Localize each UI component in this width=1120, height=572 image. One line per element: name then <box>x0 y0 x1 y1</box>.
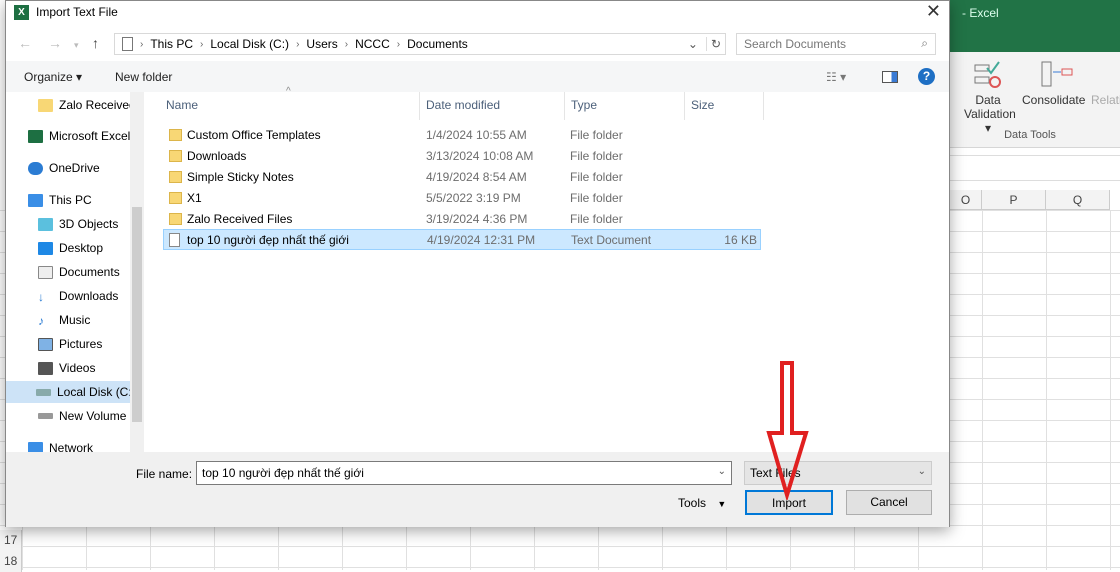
sidebar-item-zalo[interactable]: Zalo Received Files <box>38 94 140 116</box>
file-row-selected[interactable]: top 10 người đẹp nhất thế giới 4/19/2024 … <box>163 229 761 250</box>
excel-ribbon: Data Validation ▾ Consolidate Relati Data… <box>950 52 1120 148</box>
breadcrumb-item[interactable]: NCCC <box>355 37 390 51</box>
sort-ascending-icon: ^ <box>286 86 291 97</box>
chevron-down-icon[interactable]: ⌄ <box>718 466 726 477</box>
breadcrumb-item[interactable]: Documents <box>407 37 468 51</box>
navigation-pane: Zalo Received Files Microsoft Excel OneD… <box>6 92 144 452</box>
address-bar[interactable]: › This PC › Local Disk (C:) › Users › NCCC ›… <box>114 33 726 55</box>
breadcrumb-item[interactable]: Local Disk (C:) <box>210 37 289 51</box>
data-tools-group-label: Data Tools <box>1004 129 1056 141</box>
row-header[interactable]: 18 <box>0 551 22 572</box>
file-row[interactable]: Custom Office Templates 1/4/2024 10:55 AM… <box>163 124 761 145</box>
up-icon[interactable]: ↑ <box>92 35 99 51</box>
column-header-type[interactable]: Type <box>565 92 685 120</box>
file-row[interactable]: Downloads 3/13/2024 10:08 AM File folder <box>163 145 761 166</box>
dialog-title: X Import Text File <box>14 5 118 21</box>
data-validation-icon[interactable] <box>970 60 1006 93</box>
column-header[interactable]: Q <box>1046 190 1110 210</box>
address-dropdown-icon[interactable]: ⌄ <box>688 37 698 51</box>
scrollbar-thumb[interactable] <box>132 207 142 422</box>
search-placeholder: Search Documents <box>744 37 847 51</box>
breadcrumb-item[interactable]: Users <box>306 37 337 51</box>
excel-title: - Excel <box>950 0 1120 52</box>
chevron-down-icon: ⌄ <box>917 466 926 477</box>
organize-label: Organize <box>24 70 73 84</box>
help-icon[interactable]: ? <box>918 68 935 85</box>
folder-icon <box>169 128 182 141</box>
sidebar-item-excel[interactable]: Microsoft Excel <box>28 125 130 147</box>
toolbar: Organize ▾ New folder ☷ ▾ ? <box>6 61 949 92</box>
preview-pane-icon[interactable] <box>882 71 898 83</box>
annotation-arrow-icon <box>766 361 809 500</box>
folder-icon <box>169 212 182 225</box>
formula-bar[interactable] <box>950 155 1120 181</box>
column-header-date[interactable]: Date modified <box>420 92 565 120</box>
sidebar-item-music[interactable]: ♪ Music <box>38 309 140 331</box>
file-row[interactable]: Simple Sticky Notes 4/19/2024 8:54 AM File… <box>163 166 761 187</box>
forward-icon[interactable]: → <box>48 35 62 51</box>
recent-locations-icon[interactable]: ▾ <box>74 40 79 51</box>
sidebar-item-3d-objects[interactable]: 3D Objects <box>38 213 140 235</box>
sidebar-item-local-disk[interactable]: Local Disk (C:) <box>6 381 130 403</box>
data-validation-label: Data <box>975 93 1001 107</box>
folder-icon <box>169 149 182 162</box>
file-row[interactable]: X1 5/5/2022 3:19 PM File folder <box>163 187 761 208</box>
view-options-icon[interactable]: ☷ ▾ <box>826 70 846 84</box>
sidebar-item-documents[interactable]: Documents <box>38 261 140 283</box>
column-header[interactable]: O <box>950 190 982 210</box>
sidebar-item-network[interactable]: Network <box>28 437 130 452</box>
data-validation-label-2: Validation <box>964 107 1016 121</box>
sidebar-item-pictures[interactable]: Pictures <box>38 333 140 355</box>
file-name-label: File name: <box>136 467 193 481</box>
row-header[interactable]: 17 <box>0 530 22 551</box>
consolidate-button[interactable]: Consolidate <box>1022 93 1085 107</box>
breadcrumb-item[interactable]: This PC <box>150 37 193 51</box>
new-folder-button[interactable]: New folder <box>115 70 172 84</box>
text-file-icon <box>169 232 180 247</box>
excel-icon: X <box>14 5 29 21</box>
sidebar-scrollbar[interactable] <box>130 92 144 452</box>
sidebar-item-desktop[interactable]: Desktop <box>38 237 140 259</box>
file-name-input[interactable]: top 10 người đẹp nhất thế giới ⌄ <box>196 461 732 485</box>
relationships-button[interactable]: Relati <box>1091 93 1120 107</box>
sidebar-item-new-volume[interactable]: New Volume (D:) <box>38 405 140 427</box>
folder-icon <box>169 170 182 183</box>
column-header-size[interactable]: Size <box>685 92 764 120</box>
close-button[interactable]: ✕ <box>926 1 941 22</box>
dialog-title-text: Import Text File <box>36 5 118 19</box>
column-header[interactable]: P <box>982 190 1046 210</box>
cancel-button[interactable]: Cancel <box>846 490 932 515</box>
sidebar-item-this-pc[interactable]: This PC <box>28 189 130 211</box>
sidebar-item-downloads[interactable]: ↓ Downloads <box>38 285 140 307</box>
organize-button[interactable]: Organize ▾ <box>24 70 82 84</box>
folder-icon <box>169 191 182 204</box>
refresh-icon[interactable]: ↻ <box>705 37 721 51</box>
sidebar-item-onedrive[interactable]: OneDrive <box>28 157 130 179</box>
search-input[interactable]: Search Documents ⌕ <box>736 33 936 55</box>
consolidate-icon <box>1038 60 1078 91</box>
tools-button[interactable]: Tools ▼ <box>678 496 726 510</box>
sidebar-item-videos[interactable]: Videos <box>38 357 140 379</box>
location-icon <box>122 37 133 51</box>
back-icon[interactable]: ← <box>18 35 32 51</box>
search-icon: ⌕ <box>921 36 928 50</box>
file-row[interactable]: Zalo Received Files 3/19/2024 4:36 PM File… <box>163 208 761 229</box>
